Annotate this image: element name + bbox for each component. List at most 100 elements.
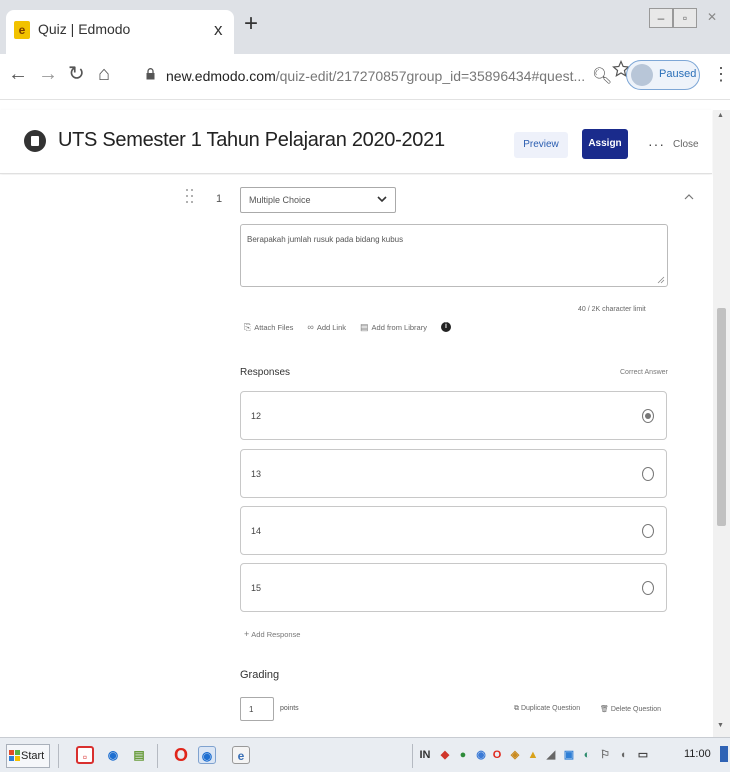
correct-answer-radio[interactable]: [642, 581, 654, 595]
quiz-header: UTS Semester 1 Tahun Pelajaran 2020-2021…: [0, 110, 712, 174]
chevron-up-icon[interactable]: [684, 193, 694, 201]
response-option[interactable]: 12: [240, 391, 667, 440]
resize-grip-icon[interactable]: [657, 276, 665, 284]
attachment-toolbar: ⎘ Attach Files ∞ Add Link ▤ Add from Lib…: [244, 320, 451, 334]
edmodo-favicon-icon: e: [14, 21, 30, 39]
home-icon[interactable]: ⌂: [98, 64, 110, 84]
preview-button[interactable]: Preview: [514, 132, 568, 158]
folder-app-icon[interactable]: ▤: [130, 746, 148, 764]
volume-icon[interactable]: ◖: [616, 747, 630, 763]
response-value: 14: [251, 526, 262, 536]
copy-icon: ⧉: [514, 705, 519, 712]
tray-app-icon[interactable]: ●: [456, 747, 470, 763]
browser-tab-strip: e Quiz | Edmodo x + – ▫ ✕: [0, 0, 730, 54]
points-value: 1: [249, 705, 254, 714]
link-icon: ∞: [307, 322, 314, 332]
paused-label: Paused: [659, 68, 697, 80]
tab-title: Quiz | Edmodo: [38, 21, 131, 37]
taskbar-separator: [412, 744, 413, 768]
windows-flag-icon: [9, 750, 20, 761]
question-number: 1: [216, 193, 223, 205]
attach-files-button[interactable]: ⎘ Attach Files: [244, 322, 293, 333]
scroll-down-arrow-icon[interactable]: ▼: [717, 722, 724, 729]
points-input[interactable]: 1: [240, 697, 274, 721]
url-text: new.edmodo.com/quiz-edit/217270857group_…: [166, 68, 586, 84]
window-controls: – ▫ ✕: [649, 8, 727, 28]
network-icon[interactable]: ▭: [636, 747, 650, 763]
question-type-select[interactable]: Multiple Choice: [240, 187, 396, 213]
more-options-icon[interactable]: ···: [648, 136, 665, 152]
scroll-up-arrow-icon[interactable]: ▲: [717, 112, 724, 119]
correct-answer-radio[interactable]: [642, 409, 654, 423]
language-indicator-icon[interactable]: IN: [418, 747, 432, 763]
taskbar-separator: [157, 744, 158, 768]
duplicate-question-button[interactable]: ⧉ Duplicate Question: [514, 705, 580, 713]
question-text-area[interactable]: Berapakah jumlah rusuk pada bidang kubus: [240, 224, 668, 287]
close-button[interactable]: Close: [673, 139, 699, 150]
tray-app-icon[interactable]: ◆: [438, 747, 452, 763]
flag-icon[interactable]: ⚐: [598, 747, 612, 763]
avatar: [631, 64, 653, 86]
tab-close-button[interactable]: x: [214, 20, 223, 40]
tray-app-icon[interactable]: ▲: [526, 747, 540, 763]
delete-question-button[interactable]: 🗑︎ Delete Question: [600, 705, 661, 713]
tray-app-icon[interactable]: ◢: [544, 747, 558, 763]
tab-quiz-edmodo[interactable]: e Quiz | Edmodo x: [6, 10, 234, 54]
new-tab-button[interactable]: +: [244, 12, 258, 36]
response-value: 12: [251, 411, 262, 421]
reload-icon[interactable]: ↻: [68, 64, 85, 84]
lock-icon: [146, 68, 155, 80]
chrome-app-icon[interactable]: ◉: [104, 746, 122, 764]
info-icon[interactable]: i: [440, 322, 451, 332]
response-option[interactable]: 14: [240, 506, 667, 555]
response-value: 13: [251, 469, 262, 479]
add-response-button[interactable]: + Add Response: [244, 629, 300, 639]
page-scrollbar[interactable]: ▲ ▼: [713, 110, 730, 737]
drag-handle-icon[interactable]: [186, 189, 196, 209]
plus-icon: +: [244, 629, 250, 639]
back-arrow-icon[interactable]: ←: [8, 64, 28, 84]
library-icon: ▤: [360, 321, 369, 332]
browser-menu-icon[interactable]: ⋮: [712, 64, 730, 85]
minimize-button[interactable]: –: [649, 8, 673, 28]
tray-app-icon[interactable]: ◈: [508, 747, 522, 763]
zoom-icon[interactable]: 🔍︎: [592, 66, 612, 86]
question-text: Berapakah jumlah rusuk pada bidang kubus: [247, 235, 404, 244]
response-option[interactable]: 15: [240, 563, 667, 612]
points-label: points: [280, 705, 299, 712]
response-option[interactable]: 13: [240, 449, 667, 498]
quiz-document-icon: [24, 130, 46, 152]
start-button[interactable]: Start: [6, 744, 50, 768]
correct-answer-radio[interactable]: [642, 524, 654, 538]
paperclip-icon: ⎘: [244, 321, 252, 332]
tray-app-icon[interactable]: ▣: [562, 747, 576, 763]
scrollbar-thumb[interactable]: [717, 308, 726, 526]
taskbar-clock: 11:00: [684, 748, 711, 760]
chevron-down-icon: [377, 196, 387, 203]
forward-arrow-icon[interactable]: →: [38, 64, 58, 84]
tray-app-icon[interactable]: ◉: [474, 747, 488, 763]
maximize-button[interactable]: ▫: [673, 8, 697, 28]
opera-app-icon[interactable]: O: [172, 746, 190, 764]
add-link-button[interactable]: ∞ Add Link: [307, 322, 346, 332]
tray-opera-icon[interactable]: O: [490, 747, 504, 763]
add-from-library-button[interactable]: ▤ Add from Library: [360, 322, 427, 333]
trash-icon: 🗑︎: [600, 706, 609, 713]
tray-app-icon[interactable]: ◐: [580, 747, 594, 763]
chrome-active-window-icon[interactable]: ◉: [198, 746, 216, 764]
responses-heading: Responses: [240, 367, 291, 378]
edmodo-window-icon[interactable]: e: [232, 746, 250, 764]
assign-button[interactable]: Assign: [582, 129, 628, 159]
taskbar-separator: [58, 744, 59, 768]
correct-answer-radio[interactable]: [642, 467, 654, 481]
windows-taskbar: Start ▫ ◉ ▤ O ◉ e IN ◆ ● ◉ O ◈ ▲ ◢ ▣ ◐ ⚐…: [0, 737, 730, 772]
correct-answer-heading: Correct Answer: [620, 369, 668, 376]
address-bar[interactable]: new.edmodo.com/quiz-edit/217270857group_…: [142, 60, 620, 92]
response-value: 15: [251, 583, 262, 593]
profile-paused-chip[interactable]: Paused: [626, 60, 700, 90]
page-title: UTS Semester 1 Tahun Pelajaran 2020-2021: [58, 129, 445, 151]
question-editor: 1 Multiple Choice Berapakah jumlah rusuk…: [0, 175, 712, 737]
show-desktop-button[interactable]: [720, 746, 728, 762]
window-close-button[interactable]: ✕: [697, 8, 727, 28]
pdf-app-icon[interactable]: ▫: [76, 746, 94, 764]
